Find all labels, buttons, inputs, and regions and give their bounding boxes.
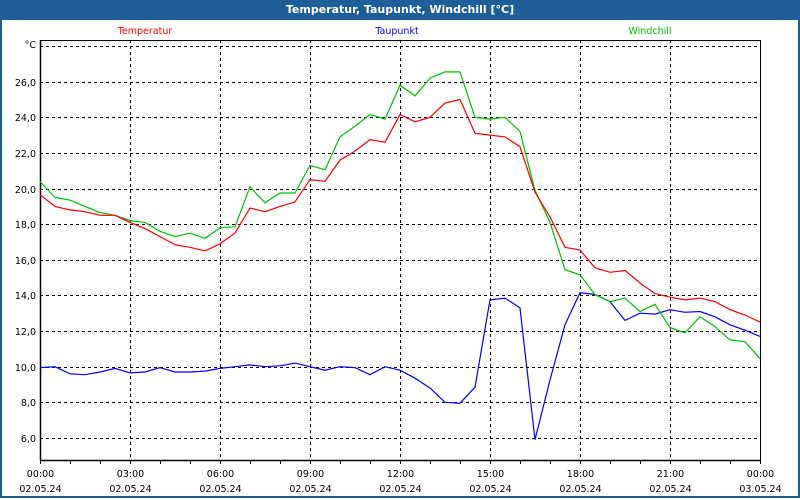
x-tick-time: 18:00	[567, 469, 594, 480]
x-tick-date: 02.05.24	[289, 484, 331, 495]
grid	[40, 40, 760, 460]
x-tick-time: 09:00	[297, 469, 324, 480]
y-tick-label: 12,0	[15, 327, 36, 338]
y-tick-label: 8,0	[21, 398, 36, 409]
y-tick-label: 14,0	[15, 291, 36, 302]
x-tick-date: 02.05.24	[649, 484, 691, 495]
y-tick-label: 26,0	[15, 78, 36, 89]
axes: 6,0 8,0 10,0 12,0 14,0 16,0 18,0 20,0 22,0 24,0 26…	[15, 40, 782, 495]
x-tick-time: 00:00	[747, 469, 774, 480]
y-tick-label: 16,0	[15, 256, 36, 267]
line-chart: 6,0 8,0 10,0 12,0 14,0 16,0 18,0 20,0 22,0 24,0 26…	[15, 26, 782, 495]
x-tick-time: 06:00	[207, 469, 234, 480]
x-tick-date: 02.05.24	[109, 484, 151, 495]
y-tick-label: 10,0	[15, 363, 36, 374]
y-tick-label: 24,0	[15, 113, 36, 124]
legend: Temperatur Taupunkt Windchill	[117, 26, 672, 37]
x-tick-time: 03:00	[117, 469, 144, 480]
legend-temperatur: Temperatur	[117, 26, 173, 37]
x-tick-date: 02.05.24	[379, 484, 421, 495]
y-tick-label: 20,0	[15, 185, 36, 196]
x-tick-time: 00:00	[27, 469, 54, 480]
x-tick-time: 12:00	[387, 469, 414, 480]
legend-taupunkt: Taupunkt	[374, 26, 419, 37]
legend-windchill: Windchill	[628, 26, 671, 37]
x-tick-date: 02.05.24	[559, 484, 601, 495]
x-tick-date: 02.05.24	[469, 484, 511, 495]
x-tick-date: 02.05.24	[19, 484, 61, 495]
y-unit-label: °C	[25, 40, 37, 51]
x-tick-time: 21:00	[657, 469, 684, 480]
y-tick-label: 18,0	[15, 220, 36, 231]
x-tick-date: 02.05.24	[199, 484, 241, 495]
y-tick-label: 22,0	[15, 149, 36, 160]
x-tick-time: 15:00	[477, 469, 504, 480]
x-tick-date: 03.05.24	[739, 484, 781, 495]
y-tick-label: 6,0	[21, 434, 36, 445]
